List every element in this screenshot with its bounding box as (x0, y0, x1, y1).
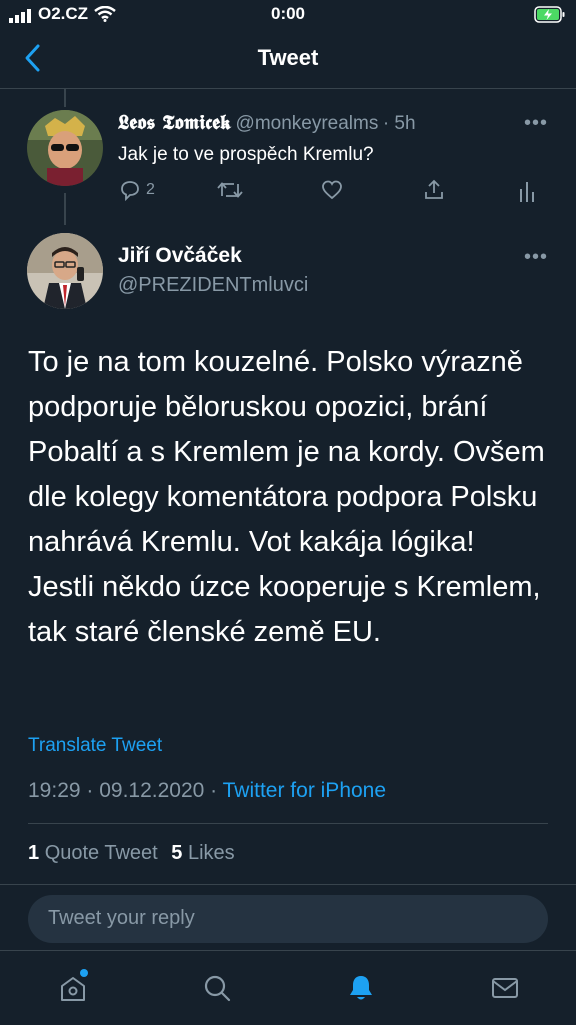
like-count: 5 (171, 842, 183, 864)
author-name[interactable]: 𝕷𝖊𝖔𝖘 𝕿𝖔𝖒𝖎𝖈𝖊𝖐 (118, 110, 231, 134)
reply-tweet-header: 𝕷𝖊𝖔𝖘 𝕿𝖔𝖒𝖎𝖈𝖊𝖐 @monkeyrealms · 5h (118, 110, 416, 135)
tweet-text: To je na tom kouzelné. Polsko výrazně po… (28, 346, 545, 648)
battery-charging-icon (534, 6, 565, 23)
thread-line-top (64, 89, 66, 107)
likes-stat[interactable]: 5 Likes (171, 842, 234, 864)
more-options-icon[interactable]: ••• (524, 112, 548, 135)
tweet-meta: 19:29 · 09.12.2020 · Twitter for iPhone (28, 779, 386, 803)
divider (0, 884, 576, 885)
status-bar: O2.CZ 0:00 (0, 0, 576, 30)
reply-button[interactable]: 2 (118, 178, 155, 202)
reply-box (28, 895, 548, 943)
page-title: Tweet (257, 45, 319, 70)
avatar-image (27, 233, 103, 309)
translate-tweet-link[interactable]: Translate Tweet (28, 735, 162, 757)
avatar-image (27, 110, 103, 186)
analytics-icon[interactable] (518, 180, 536, 202)
quote-count: 1 (28, 842, 40, 864)
share-icon[interactable] (422, 178, 446, 202)
retweet-icon[interactable] (217, 178, 243, 202)
messages-icon[interactable] (490, 973, 520, 1003)
tweet-source-link[interactable]: Twitter for iPhone (223, 779, 386, 802)
tab-bar (0, 950, 576, 1025)
reply-count: 2 (146, 181, 155, 198)
tweet-stats: 1 Quote Tweet 5 Likes (28, 842, 235, 865)
quote-label: Quote Tweet (44, 842, 158, 864)
clock: 0:00 (270, 4, 306, 23)
tweet-age: · 5h (382, 113, 416, 134)
like-label: Likes (187, 842, 235, 864)
avatar[interactable] (27, 110, 103, 186)
reply-input[interactable] (46, 906, 530, 931)
author-handle[interactable]: @PREZIDENTmluvci (118, 274, 308, 297)
quote-tweets-stat[interactable]: 1 Quote Tweet (28, 842, 163, 864)
notifications-icon[interactable] (346, 973, 376, 1003)
tweet-timestamp: 19:29 · 09.12.2020 · (28, 779, 218, 802)
home-icon[interactable] (58, 973, 88, 1003)
reply-tweet-text: Jak je to ve prospěch Kremlu? (118, 144, 374, 165)
avatar[interactable] (27, 233, 103, 309)
reply-icon (121, 181, 139, 202)
divider (28, 823, 548, 824)
new-content-dot (80, 969, 88, 977)
more-options-icon[interactable]: ••• (524, 246, 548, 269)
author-name[interactable]: Jiří Ovčáček (118, 244, 242, 268)
like-icon[interactable] (320, 178, 344, 202)
author-handle[interactable]: @monkeyrealms (236, 113, 379, 134)
thread-line-bottom (64, 193, 66, 225)
nav-bar: Tweet (0, 30, 576, 89)
search-icon[interactable] (202, 973, 232, 1003)
